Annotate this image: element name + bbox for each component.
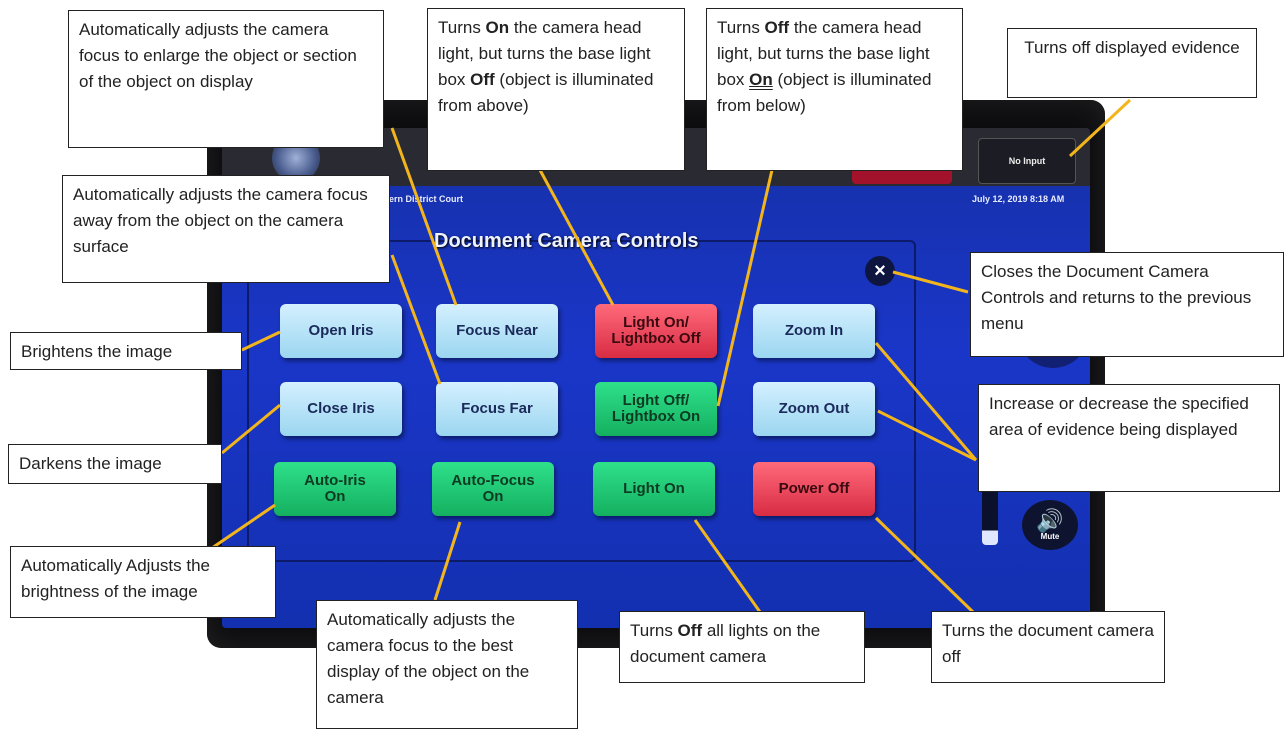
connector-open-iris [241, 330, 281, 352]
callout-focus-far: Automatically adjusts the camera focus a… [62, 175, 390, 283]
connector-focus-far [390, 254, 442, 385]
connector-auto-iris [211, 503, 276, 550]
callout-power-off: Turns the document camera off [931, 611, 1165, 683]
connector-zoom-out [877, 409, 977, 462]
callout-close-iris: Darkens the image [8, 444, 222, 484]
connector-close-iris [221, 403, 281, 455]
annotated-screenshot: No Input n Eastern District Court July 1… [0, 0, 1286, 729]
connector-power-off [874, 516, 975, 614]
connector-close [892, 270, 969, 294]
callout-focus-near: Automatically adjusts the camera focus t… [68, 10, 384, 148]
callout-close: Closes the Document Camera Controls and … [970, 252, 1284, 357]
callout-light-on: Turns On the camera head light, but turn… [427, 8, 685, 171]
callout-auto-iris: Automatically Adjusts the brightness of … [10, 546, 276, 618]
connector-lights-off [693, 519, 762, 613]
callout-open-iris: Brightens the image [10, 332, 242, 370]
callout-no-input: Turns off displayed evidence [1007, 28, 1257, 98]
connector-zoom-in [874, 342, 978, 461]
callout-auto-focus: Automatically adjusts the camera focus t… [316, 600, 578, 729]
callout-light-off: Turns Off the camera head light, but tur… [706, 8, 963, 171]
connector-auto-focus [433, 521, 462, 601]
connector-light-off [716, 169, 774, 407]
callout-lights-off: Turns Off all lights on the document cam… [619, 611, 865, 683]
connector-light-on [538, 169, 615, 306]
callout-zoom: Increase or decrease the specified area … [978, 384, 1280, 492]
connector-no-input [1068, 98, 1132, 158]
